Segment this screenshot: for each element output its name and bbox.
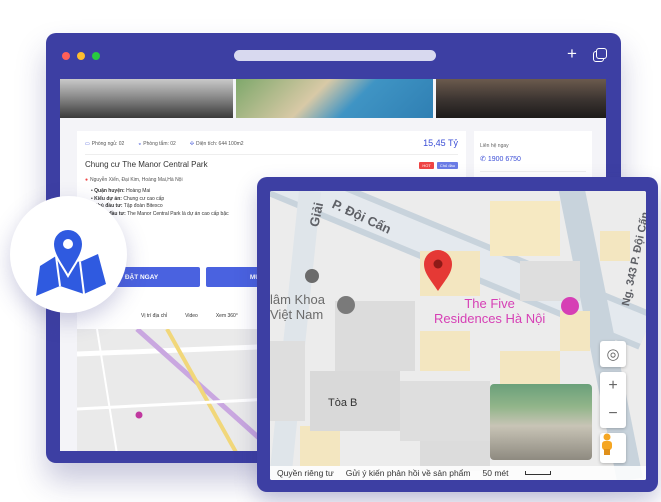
listing-title[interactable]: Chung cư The Manor Central Park [85, 160, 208, 169]
map-footer: Quyền riêng tư Gửi ý kiến phản hồi về sả… [270, 466, 646, 480]
zoom-out-button[interactable]: − [608, 400, 617, 428]
map-location-icon [36, 228, 106, 296]
maximize-dot[interactable] [92, 52, 100, 60]
divider [85, 154, 458, 155]
address-bar[interactable] [234, 50, 436, 61]
google-map[interactable]: P. Đội Cấn Ng. 343 P. Đội Cấn Giải lâm K… [270, 191, 646, 480]
photo-park[interactable] [235, 79, 434, 118]
detail-row: • Quận huyện: Hoàng Mai [91, 188, 151, 194]
area-icon: ✣ [189, 141, 195, 147]
map-pin-icon: ● [85, 177, 89, 183]
map-window: P. Đội Cấn Ng. 343 P. Đội Cấn Giải lâm K… [257, 177, 658, 492]
meta-bedrooms: ▭ Phòng ngủ: 02 [85, 141, 125, 147]
tab-video[interactable]: Video [185, 313, 198, 319]
tab-location[interactable]: Vị trí địa chỉ [141, 313, 167, 319]
meta-bathrooms: ◒ Phòng tắm: 02 [138, 141, 176, 147]
street-view-thumbnail[interactable] [490, 384, 592, 460]
map-scale: 50 mét [482, 468, 509, 478]
listing-meta: ▭ Phòng ngủ: 02 ◒ Phòng tắm: 02 ✣ Diện tích… [85, 141, 244, 147]
scale-bar [524, 471, 551, 475]
feedback-link[interactable]: Gửi ý kiến phản hồi về sản phẩm [346, 468, 471, 478]
tag-hot: HOT [419, 162, 434, 169]
new-tab-plus-icon[interactable]: + [567, 43, 577, 65]
listing-tabs: Vị trí địa chỉ Video Xem 360° [141, 313, 238, 319]
meta-area: ✣ Diện tích: 644 100m2 [189, 141, 244, 147]
divider [480, 171, 586, 172]
contact-label: Liên hệ ngay [480, 143, 509, 149]
zoom-control: + − [600, 372, 626, 428]
listing-address: ● Nguyễn Xiển, Đại Kim, Hoàng Mai,Hà Nội [85, 177, 183, 183]
pegman-graphic [602, 433, 612, 455]
tab-360[interactable]: Xem 360° [216, 313, 238, 319]
window-controls [62, 52, 100, 60]
poi-school-label: lâm Khoa Việt Nam [270, 292, 325, 322]
promo-stage: + ▭ Phòng ngủ: 02 ◒ Phòng tắm: 02 ✣ Diện tí… [0, 0, 661, 502]
close-dot[interactable] [62, 52, 70, 60]
locate-icon[interactable]: ◎ [600, 341, 626, 367]
building-label: Tòa B [328, 397, 358, 409]
tag-owner: Chủ đầu [436, 162, 458, 169]
bed-icon: ▭ [85, 141, 90, 147]
contact-phone[interactable]: ✆ 1900 6750 [480, 155, 521, 163]
copy-icon[interactable] [593, 48, 607, 62]
photo-living-room[interactable] [60, 79, 233, 118]
location-badge [10, 196, 127, 313]
pegman-icon[interactable] [600, 433, 626, 463]
zoom-in-button[interactable]: + [608, 372, 617, 400]
privacy-link[interactable]: Quyền riêng tư [277, 468, 334, 478]
photo-strip [60, 79, 606, 118]
poi-residence-label[interactable]: The Five Residences Hà Nội [434, 296, 545, 326]
phone-icon: ✆ [480, 156, 488, 163]
photo-interior[interactable] [436, 79, 606, 118]
listing-tags: HOT Chủ đầu [419, 162, 458, 169]
listing-price: 15,45 Tỷ [423, 138, 458, 148]
minimize-dot[interactable] [77, 52, 85, 60]
bath-icon: ◒ [138, 141, 142, 147]
